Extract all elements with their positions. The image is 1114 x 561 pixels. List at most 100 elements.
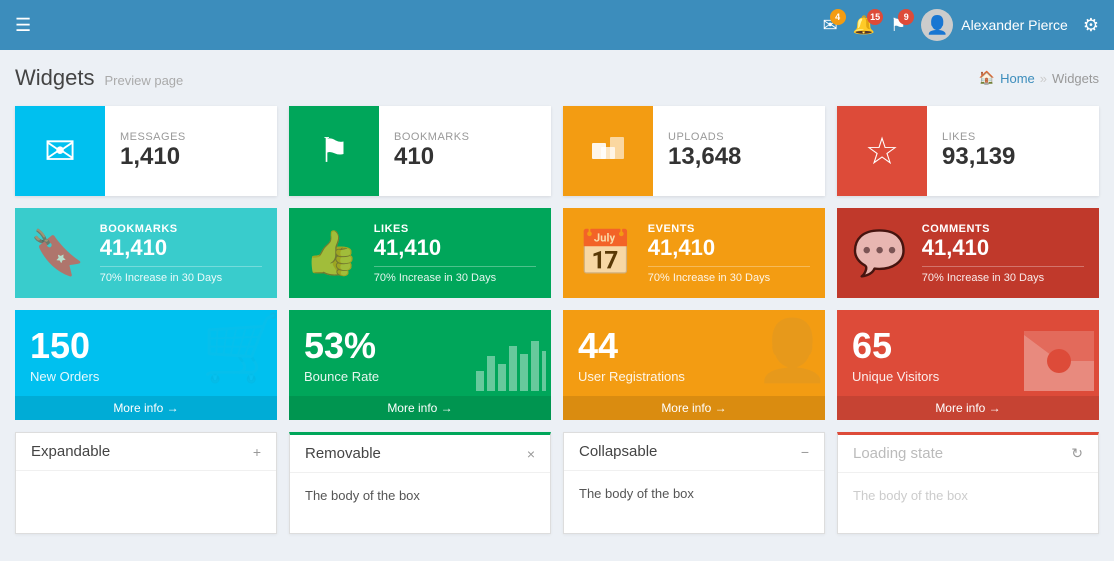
- widget-removable-body: The body of the box: [290, 473, 550, 533]
- widget-collapsable-header: Collapsable −: [564, 433, 824, 471]
- colored-likes-icon: 👍: [304, 227, 359, 279]
- flags-badge: 9: [898, 9, 914, 25]
- uploads-stat-icon: [563, 106, 653, 196]
- widget-expandable-body: [16, 471, 276, 531]
- colored-likes-content: LIKES 41,410 70% Increase in 30 Days: [374, 223, 536, 284]
- widget-loading-title: Loading state: [853, 445, 943, 462]
- page-header: Widgets Preview page 🏠 Home » Widgets: [15, 65, 1099, 91]
- colored-bookmarks-content: BOOKMARKS 41,410 70% Increase in 30 Days: [100, 223, 262, 284]
- messages-badge: 4: [830, 9, 846, 25]
- colored-events-sub: 70% Increase in 30 Days: [648, 272, 810, 284]
- likes-stat-icon: ☆: [837, 106, 927, 196]
- remove-button[interactable]: ×: [527, 446, 535, 462]
- colored-bookmarks-sub: 70% Increase in 30 Days: [100, 272, 262, 284]
- widget-collapsable-body: The body of the box: [564, 471, 824, 531]
- info-box-registrations: 44 User Registrations 👤 More info →: [563, 310, 825, 420]
- collapse-button[interactable]: −: [801, 444, 809, 460]
- likes-stat-content: LIKES 93,139: [927, 106, 1030, 196]
- messages-nav-icon-wrap[interactable]: ✉ 4: [823, 15, 838, 36]
- flags-nav-icon-wrap[interactable]: ⚑ 9: [890, 15, 906, 36]
- uploads-value: 13,648: [668, 143, 741, 171]
- colored-comments-value: 41,410: [922, 235, 1084, 261]
- orders-subtitle: New Orders: [30, 369, 99, 384]
- colored-stat-events: 📅 EVENTS 41,410 70% Increase in 30 Days: [563, 208, 825, 298]
- widget-loading: Loading state ↻ The body of the box: [837, 432, 1099, 534]
- expand-button[interactable]: +: [253, 444, 261, 460]
- widget-loading-body: The body of the box: [838, 473, 1098, 533]
- breadcrumb-home[interactable]: Home: [1000, 71, 1035, 86]
- visitors-text: 65 Unique Visitors: [852, 325, 939, 384]
- likes-value: 93,139: [942, 143, 1015, 171]
- stat-box-bookmarks: ⚑ BOOKMARKS 410: [289, 106, 551, 196]
- colored-comments-label: COMMENTS: [922, 223, 1084, 235]
- colored-events-icon: 📅: [578, 227, 633, 279]
- colored-events-content: EVENTS 41,410 70% Increase in 30 Days: [648, 223, 810, 284]
- settings-icon[interactable]: ⚙: [1083, 15, 1099, 36]
- bounce-number: 53%: [304, 325, 379, 367]
- messages-stat-content: MESSAGES 1,410: [105, 106, 201, 196]
- bounce-subtitle: Bounce Rate: [304, 369, 379, 384]
- info-box-visitors-top: 65 Unique Visitors: [837, 310, 1099, 396]
- reg-subtitle: User Registrations: [578, 369, 685, 384]
- colored-bookmarks-value: 41,410: [100, 235, 262, 261]
- info-box-orders: 150 New Orders 🛒 More info →: [15, 310, 277, 420]
- avatar: 👤: [921, 9, 953, 41]
- likes-label: LIKES: [942, 131, 1015, 143]
- colored-stat-likes: 👍 LIKES 41,410 70% Increase in 30 Days: [289, 208, 551, 298]
- widget-collapsable: Collapsable − The body of the box: [563, 432, 825, 534]
- reg-text: 44 User Registrations: [578, 325, 685, 384]
- orders-footer[interactable]: More info →: [15, 396, 277, 420]
- info-boxes-row: 150 New Orders 🛒 More info → 53% Bounce …: [15, 310, 1099, 420]
- orders-number: 150: [30, 325, 99, 367]
- widget-loading-header: Loading state ↻: [838, 435, 1098, 473]
- user-name: Alexander Pierce: [961, 17, 1068, 33]
- widget-removable-title: Removable: [305, 445, 381, 462]
- user-menu[interactable]: 👤 Alexander Pierce: [921, 9, 1068, 41]
- stat-box-messages: ✉ MESSAGES 1,410: [15, 106, 277, 196]
- visitors-number: 65: [852, 325, 939, 367]
- content-wrapper: Widgets Preview page 🏠 Home » Widgets ✉ …: [0, 50, 1114, 549]
- page-title: Widgets: [15, 65, 94, 91]
- stat-box-likes: ☆ LIKES 93,139: [837, 106, 1099, 196]
- visitors-footer[interactable]: More info →: [837, 396, 1099, 420]
- page-title-area: Widgets Preview page: [15, 65, 183, 91]
- breadcrumb: 🏠 Home » Widgets: [979, 70, 1099, 86]
- visitors-subtitle: Unique Visitors: [852, 369, 939, 384]
- bounce-more-info: More info →: [387, 401, 452, 415]
- widget-expandable-header: Expandable +: [16, 433, 276, 471]
- messages-label: MESSAGES: [120, 131, 186, 143]
- colored-comments-sub: 70% Increase in 30 Days: [922, 272, 1084, 284]
- pie-chart: [1024, 331, 1094, 391]
- colored-likes-label: LIKES: [374, 223, 536, 235]
- bookmarks-value: 410: [394, 143, 469, 171]
- widget-removable: Removable × The body of the box: [289, 432, 551, 534]
- info-box-bounce-top: 53% Bounce Rate: [289, 310, 551, 396]
- widget-expandable-title: Expandable: [31, 443, 110, 460]
- notifications-nav-icon-wrap[interactable]: 🔔 15: [853, 15, 875, 36]
- colored-likes-sub: 70% Increase in 30 Days: [374, 272, 536, 284]
- colored-comments-content: COMMENTS 41,410 70% Increase in 30 Days: [922, 223, 1084, 284]
- bounce-footer[interactable]: More info →: [289, 396, 551, 420]
- info-box-visitors: 65 Unique Visitors More info →: [837, 310, 1099, 420]
- bookmarks-stat-content: BOOKMARKS 410: [379, 106, 484, 196]
- navbar: ☰ ✉ 4 🔔 15 ⚑ 9 👤 Alexander Pierce ⚙: [0, 0, 1114, 50]
- orders-more-info: More info →: [113, 401, 178, 415]
- colored-bookmarks-icon: 🔖: [30, 227, 85, 279]
- colored-stat-comments: 💬 COMMENTS 41,410 70% Increase in 30 Day…: [837, 208, 1099, 298]
- colored-events-label: EVENTS: [648, 223, 810, 235]
- orders-text: 150 New Orders: [30, 325, 99, 384]
- hamburger-menu[interactable]: ☰: [15, 15, 31, 36]
- messages-stat-icon: ✉: [15, 106, 105, 196]
- widget-boxes-row: Expandable + Removable × The body of the…: [15, 432, 1099, 534]
- stat-boxes-row: ✉ MESSAGES 1,410 ⚑ BOOKMARKS 410: [15, 106, 1099, 196]
- info-box-reg-top: 44 User Registrations 👤: [563, 310, 825, 396]
- reg-footer[interactable]: More info →: [563, 396, 825, 420]
- breadcrumb-separator: »: [1040, 71, 1047, 86]
- info-box-bounce: 53% Bounce Rate More info →: [289, 310, 551, 420]
- navbar-left: ☰: [15, 15, 31, 36]
- bookmarks-label: BOOKMARKS: [394, 131, 469, 143]
- colored-comments-icon: 💬: [852, 227, 907, 279]
- home-icon: 🏠: [979, 70, 995, 86]
- loading-spinner-icon: ↻: [1071, 445, 1083, 462]
- breadcrumb-current: Widgets: [1052, 71, 1099, 86]
